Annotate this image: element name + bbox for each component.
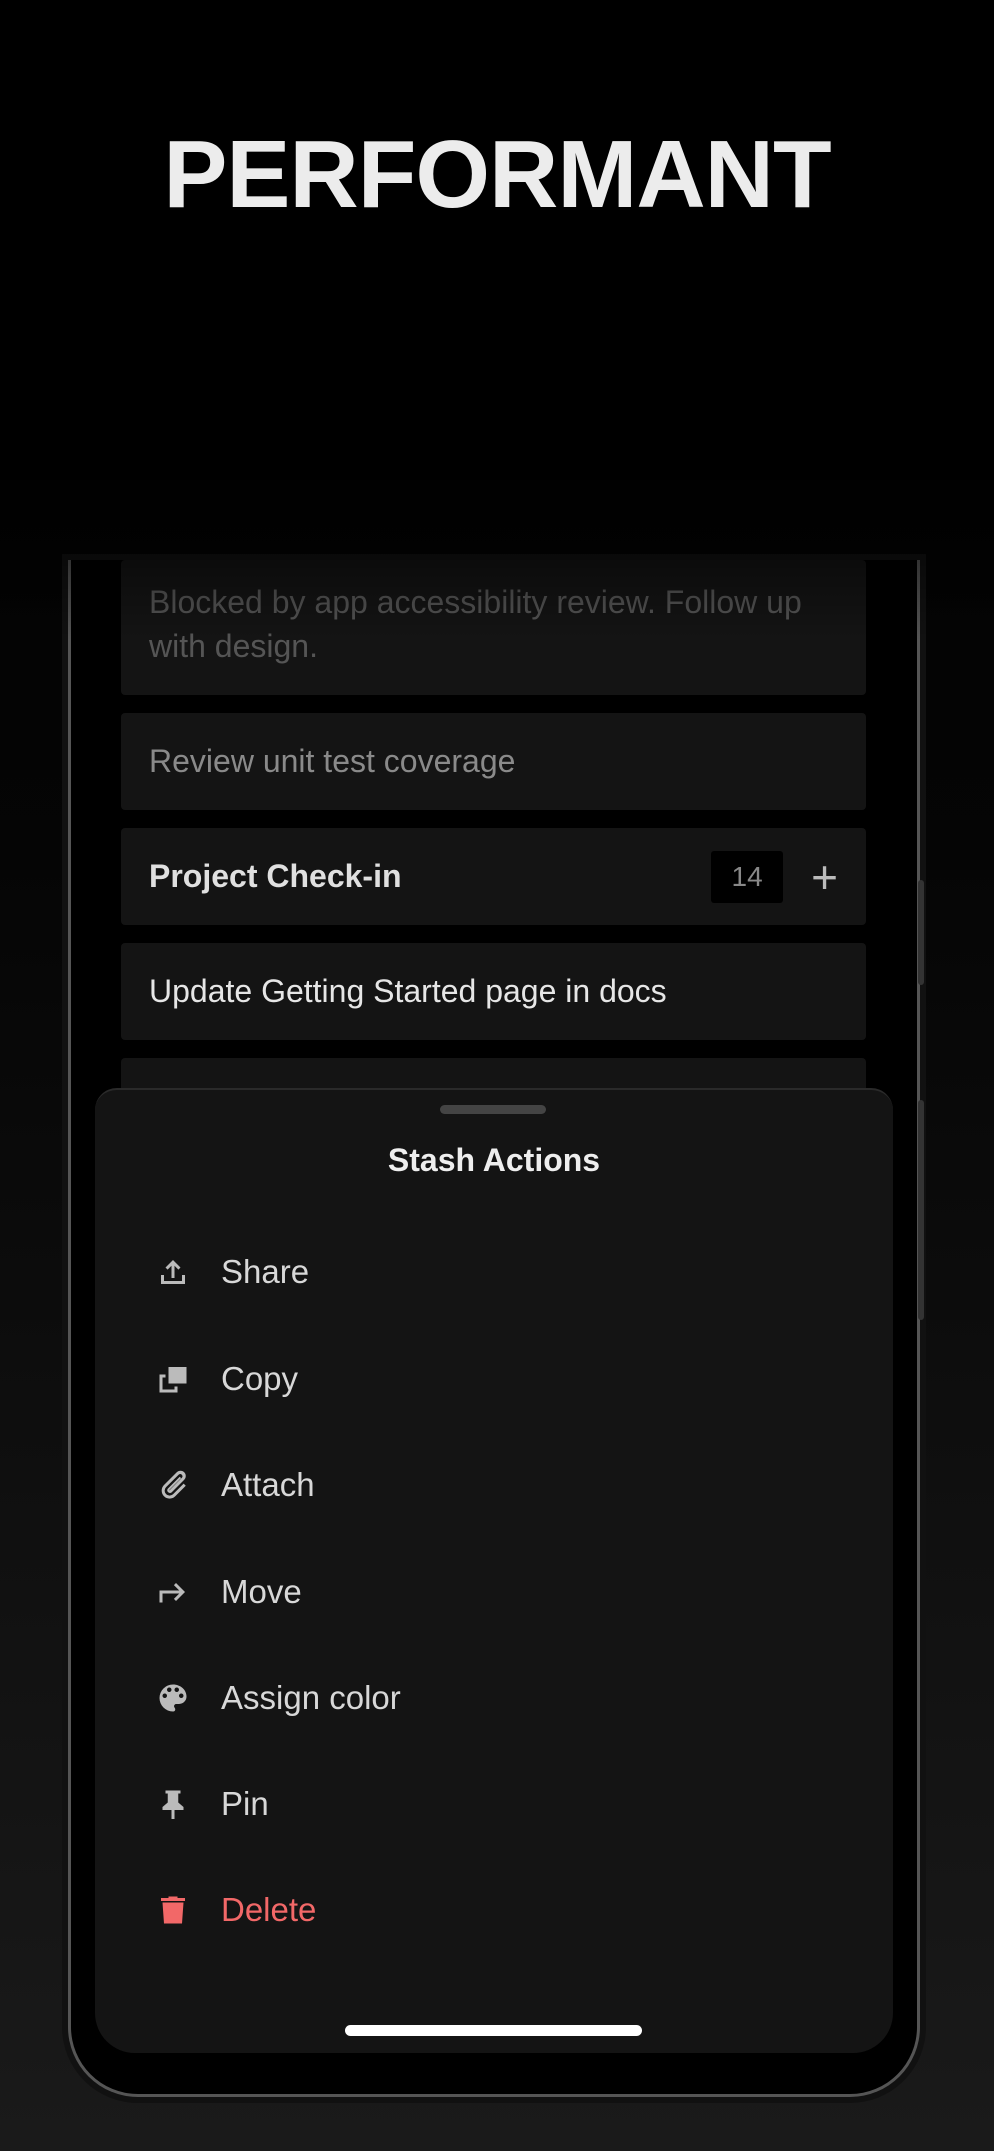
- action-label: Delete: [221, 1891, 317, 1928]
- group-title: Project Check-in: [149, 858, 402, 894]
- volume-button: [918, 880, 924, 985]
- copy-icon: [159, 1367, 187, 1393]
- move-arrow-icon: [159, 1583, 185, 1603]
- home-indicator[interactable]: [345, 2025, 642, 2036]
- action-label: Copy: [221, 1360, 299, 1397]
- item-text: Review unit test coverage: [149, 743, 516, 779]
- subtitle: Ultra-quick sub-100ms speed for all acti…: [0, 305, 994, 429]
- delete-action[interactable]: Delete: [95, 1870, 893, 1950]
- subtitle-line: Ultra-quick sub-100ms: [242, 310, 752, 361]
- share-icon: [161, 1260, 185, 1284]
- item-text: Blocked by app accessibility review. Fol…: [149, 584, 802, 664]
- trash-icon: [161, 1896, 185, 1924]
- list-item[interactable]: Update Getting Started page in docs: [121, 943, 866, 1040]
- add-icon[interactable]: +: [811, 850, 838, 904]
- headline-overlay: PERFORMANT: [163, 121, 831, 228]
- copy-action[interactable]: Copy: [95, 1339, 893, 1419]
- action-label: Move: [221, 1573, 302, 1610]
- sheet-title: Stash Actions: [387, 1142, 601, 1178]
- action-label: Pin: [221, 1785, 269, 1822]
- assign-color-action[interactable]: Assign color: [95, 1658, 893, 1738]
- paperclip-icon: [161, 1470, 186, 1499]
- power-button: [918, 1100, 924, 1320]
- pin-action[interactable]: Pin: [95, 1764, 893, 1844]
- share-action[interactable]: Share: [95, 1232, 893, 1312]
- list-item[interactable]: Review unit test coverage: [121, 713, 866, 810]
- group-header[interactable]: Project Check-in 14 +: [121, 828, 866, 925]
- item-text: Update Getting Started page in docs: [149, 973, 667, 1009]
- drag-handle[interactable]: [440, 1105, 546, 1114]
- action-label: Assign color: [221, 1679, 401, 1716]
- action-label: Share: [221, 1253, 310, 1290]
- attach-action[interactable]: Attach: [95, 1445, 893, 1525]
- palette-icon: [159, 1684, 187, 1712]
- subtitle-line: speed for all actions.: [264, 372, 730, 423]
- action-label: Attach: [221, 1466, 315, 1503]
- count-badge: 14: [711, 850, 784, 903]
- list-item[interactable]: Blocked by app accessibility review. Fol…: [121, 560, 866, 695]
- move-action[interactable]: Move: [95, 1552, 893, 1632]
- pin-icon: [162, 1790, 184, 1819]
- stash-actions-sheet: Stash Actions Share Copy Attach Move Ass…: [95, 1088, 893, 2053]
